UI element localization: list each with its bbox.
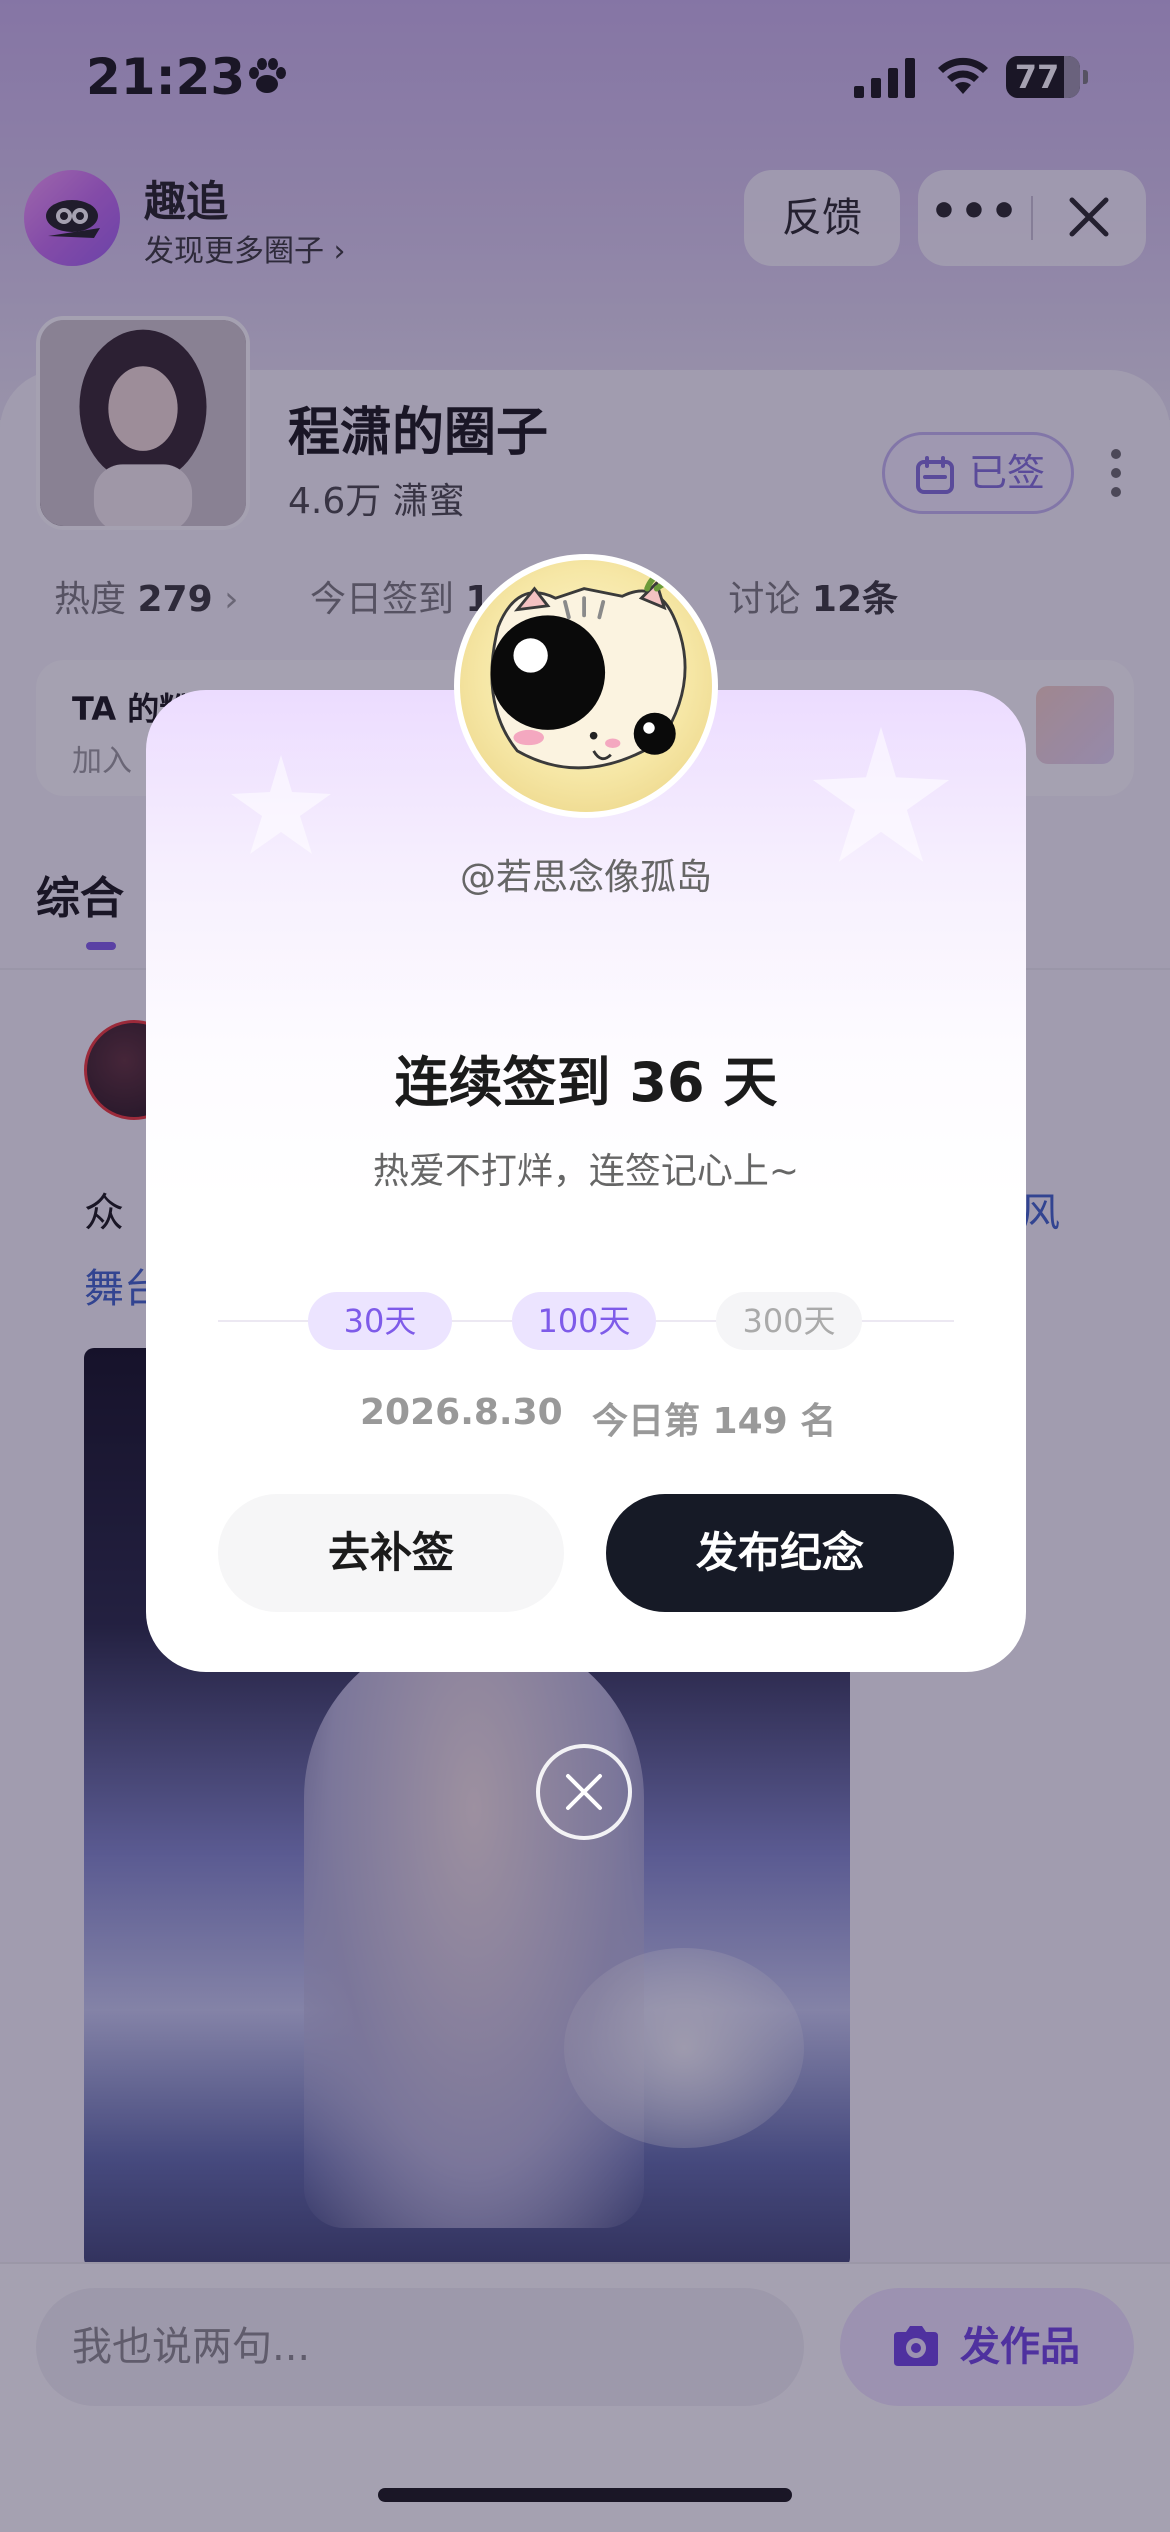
streak-subtitle: 热爱不打烊，连签记心上~ [372,1151,800,1192]
checkin-rank: 今日第 149 名 [592,1401,837,1442]
publish-memorial-button[interactable]: 发布纪念 [606,1494,954,1612]
modal-username: @若思念像孤岛 [459,857,712,898]
milestone-30-days: 30天 [308,1292,452,1350]
milestone-300-days: 300天 [716,1292,862,1350]
modal-close-button[interactable] [536,1744,632,1840]
screen: 21:23 77 趣追 发现更多圈子 › 反馈 ••• 程潇的圈子 4.6万 潇… [0,0,1170,2532]
makeup-checkin-button[interactable]: 去补签 [218,1494,564,1612]
checkin-date: 2026.8.30 [360,1392,563,1433]
user-avatar [454,554,718,818]
milestone-100-days: 100天 [512,1292,656,1350]
close-icon [566,1774,602,1810]
checkin-modal: @若思念像孤岛 连续签到 36 天 热爱不打烊，连签记心上~ 30天 100天 … [146,554,1026,1672]
cat-avatar-icon [490,573,687,770]
streak-title: 连续签到 36 天 [394,1051,778,1114]
star-decoration-icon [231,755,331,854]
